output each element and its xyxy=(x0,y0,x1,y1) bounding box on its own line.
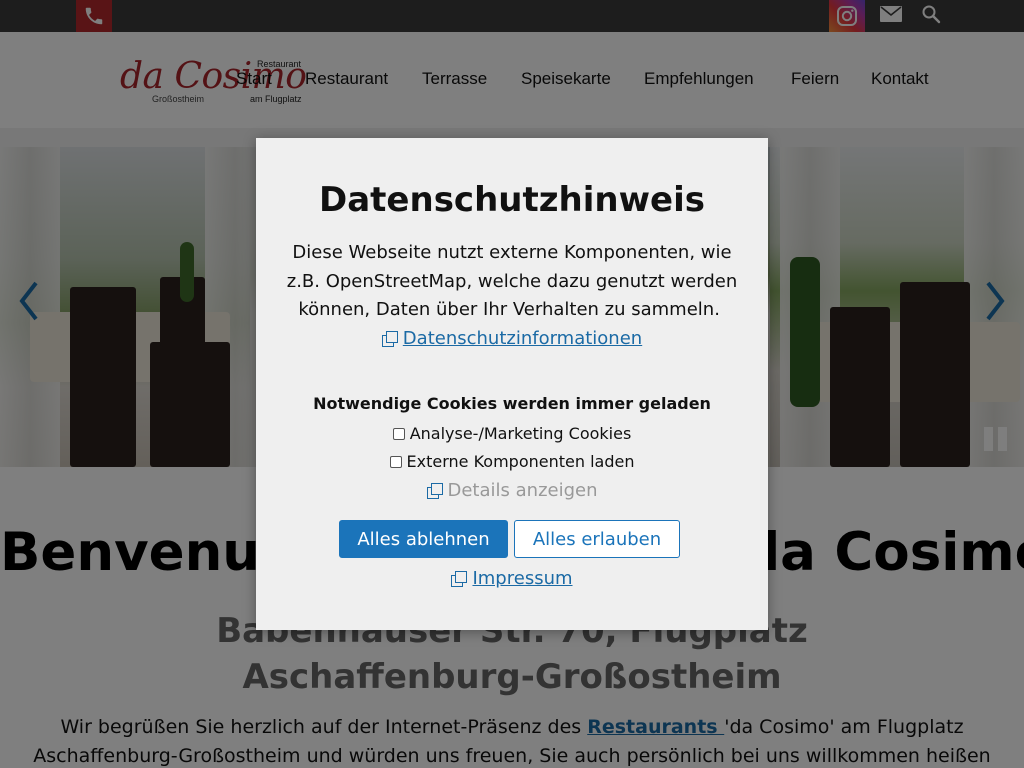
analytics-cookies-option[interactable]: Analyse-/Marketing Cookies xyxy=(256,424,768,443)
external-components-label: Externe Komponenten laden xyxy=(406,452,635,471)
external-link-icon xyxy=(426,483,443,499)
external-link-icon xyxy=(451,571,468,587)
external-components-option[interactable]: Externe Komponenten laden xyxy=(256,452,768,471)
analytics-cookies-label: Analyse-/Marketing Cookies xyxy=(409,424,632,443)
analytics-cookies-checkbox[interactable] xyxy=(392,427,405,440)
details-label: Details anzeigen xyxy=(447,480,598,501)
impressum-link[interactable]: Impressum xyxy=(256,568,768,589)
dialog-description-text: Diese Webseite nutzt externe Komponenten… xyxy=(286,242,738,320)
external-link-icon xyxy=(381,330,398,347)
external-components-checkbox[interactable] xyxy=(389,455,402,468)
dialog-title: Datenschutzhinweis xyxy=(319,180,705,220)
privacy-info-link[interactable]: Datenschutzinformationen xyxy=(403,328,642,349)
reject-all-button[interactable]: Alles ablehnen xyxy=(339,520,508,558)
dialog-description: Diese Webseite nutzt externe Komponenten… xyxy=(286,239,738,353)
details-toggle[interactable]: Details anzeigen xyxy=(256,480,768,501)
necessary-cookies-note: Notwendige Cookies werden immer geladen xyxy=(313,394,711,413)
accept-all-button[interactable]: Alles erlauben xyxy=(514,520,680,558)
impressum-label: Impressum xyxy=(472,568,573,589)
cookie-consent-dialog: Datenschutzhinweis Diese Webseite nutzt … xyxy=(256,138,768,630)
